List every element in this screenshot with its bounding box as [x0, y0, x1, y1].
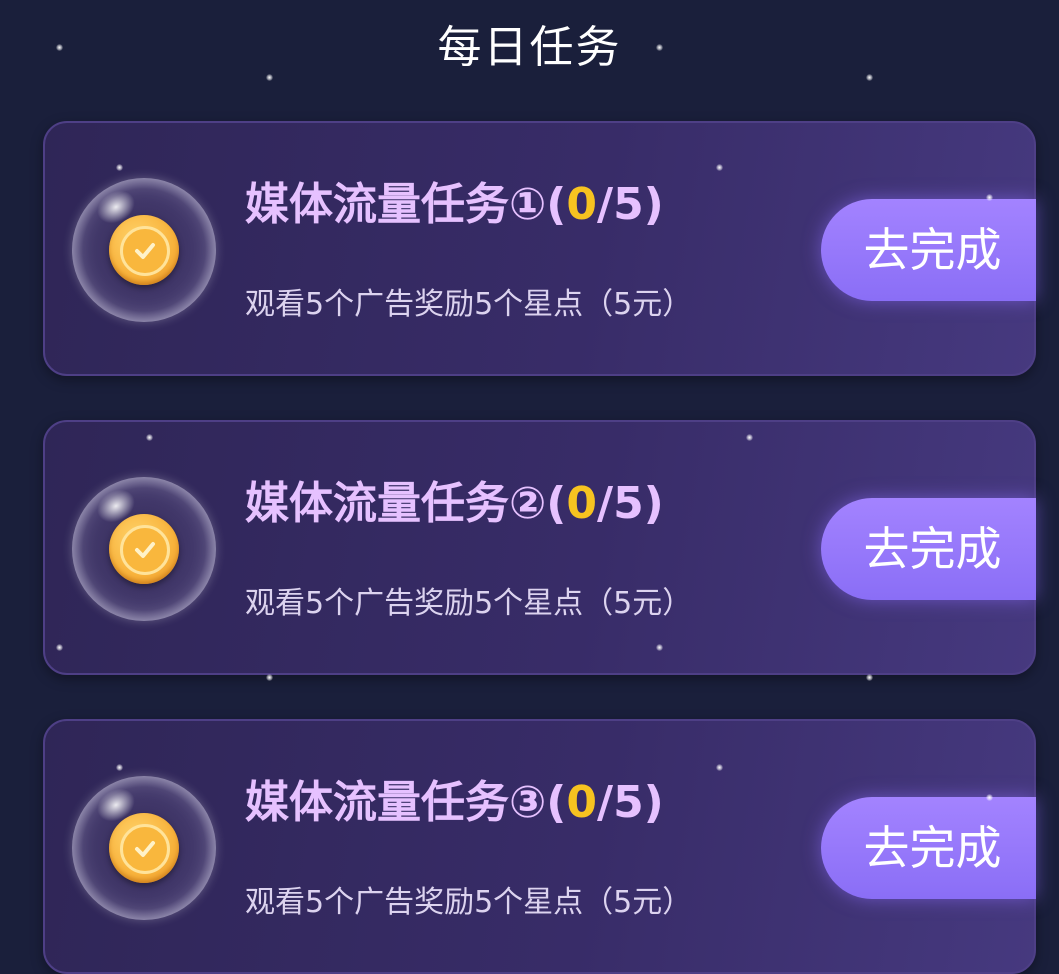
star-decoration: [866, 674, 873, 681]
task-title-text: 媒体流量任务③(: [245, 777, 567, 828]
check-icon: [135, 542, 155, 558]
task-title: 媒体流量任务①(0/5): [245, 173, 664, 237]
coin-inner: [120, 226, 170, 276]
star-decoration: [986, 794, 993, 801]
task-description: 观看5个广告奖励5个星点（5元）: [245, 885, 693, 920]
star-decoration: [656, 44, 663, 51]
star-decoration: [716, 164, 723, 171]
star-decoration: [716, 764, 723, 771]
task-progress-total: /5): [597, 179, 664, 230]
star-decoration: [746, 434, 753, 441]
coin-icon: [109, 514, 179, 584]
task-progress-current: 0: [566, 478, 597, 529]
coin-icon: [109, 813, 179, 883]
task-progress-current: 0: [566, 179, 597, 230]
check-icon: [135, 243, 155, 259]
star-decoration: [146, 434, 153, 441]
task-progress-total: /5): [597, 777, 664, 828]
go-complete-button[interactable]: 去完成: [821, 498, 1036, 600]
task-progress-current: 0: [566, 777, 597, 828]
task-card: 媒体流量任务①(0/5) 观看5个广告奖励5个星点（5元） 去完成: [43, 121, 1036, 376]
go-complete-button[interactable]: 去完成: [821, 797, 1036, 899]
check-icon: [135, 841, 155, 857]
task-progress-total: /5): [597, 478, 664, 529]
coin-bubble-icon: [72, 776, 216, 920]
star-decoration: [116, 764, 123, 771]
star-decoration: [656, 644, 663, 651]
star-decoration: [56, 644, 63, 651]
page-title: 每日任务: [437, 22, 622, 73]
coin-inner: [120, 824, 170, 874]
task-description: 观看5个广告奖励5个星点（5元）: [245, 287, 693, 322]
coin-icon: [109, 215, 179, 285]
star-decoration: [266, 74, 273, 81]
go-complete-button[interactable]: 去完成: [821, 199, 1036, 301]
coin-bubble-icon: [72, 178, 216, 322]
task-title: 媒体流量任务②(0/5): [245, 472, 664, 536]
star-decoration: [866, 74, 873, 81]
star-decoration: [986, 194, 993, 201]
star-decoration: [266, 674, 273, 681]
task-title-text: 媒体流量任务①(: [245, 179, 567, 230]
task-title-text: 媒体流量任务②(: [245, 478, 567, 529]
task-title: 媒体流量任务③(0/5): [245, 771, 664, 835]
task-description: 观看5个广告奖励5个星点（5元）: [245, 586, 693, 621]
task-card: 媒体流量任务②(0/5) 观看5个广告奖励5个星点（5元） 去完成: [43, 420, 1036, 675]
star-decoration: [56, 44, 63, 51]
coin-bubble-icon: [72, 477, 216, 621]
star-decoration: [116, 164, 123, 171]
task-card: 媒体流量任务③(0/5) 观看5个广告奖励5个星点（5元） 去完成: [43, 719, 1036, 974]
coin-inner: [120, 525, 170, 575]
